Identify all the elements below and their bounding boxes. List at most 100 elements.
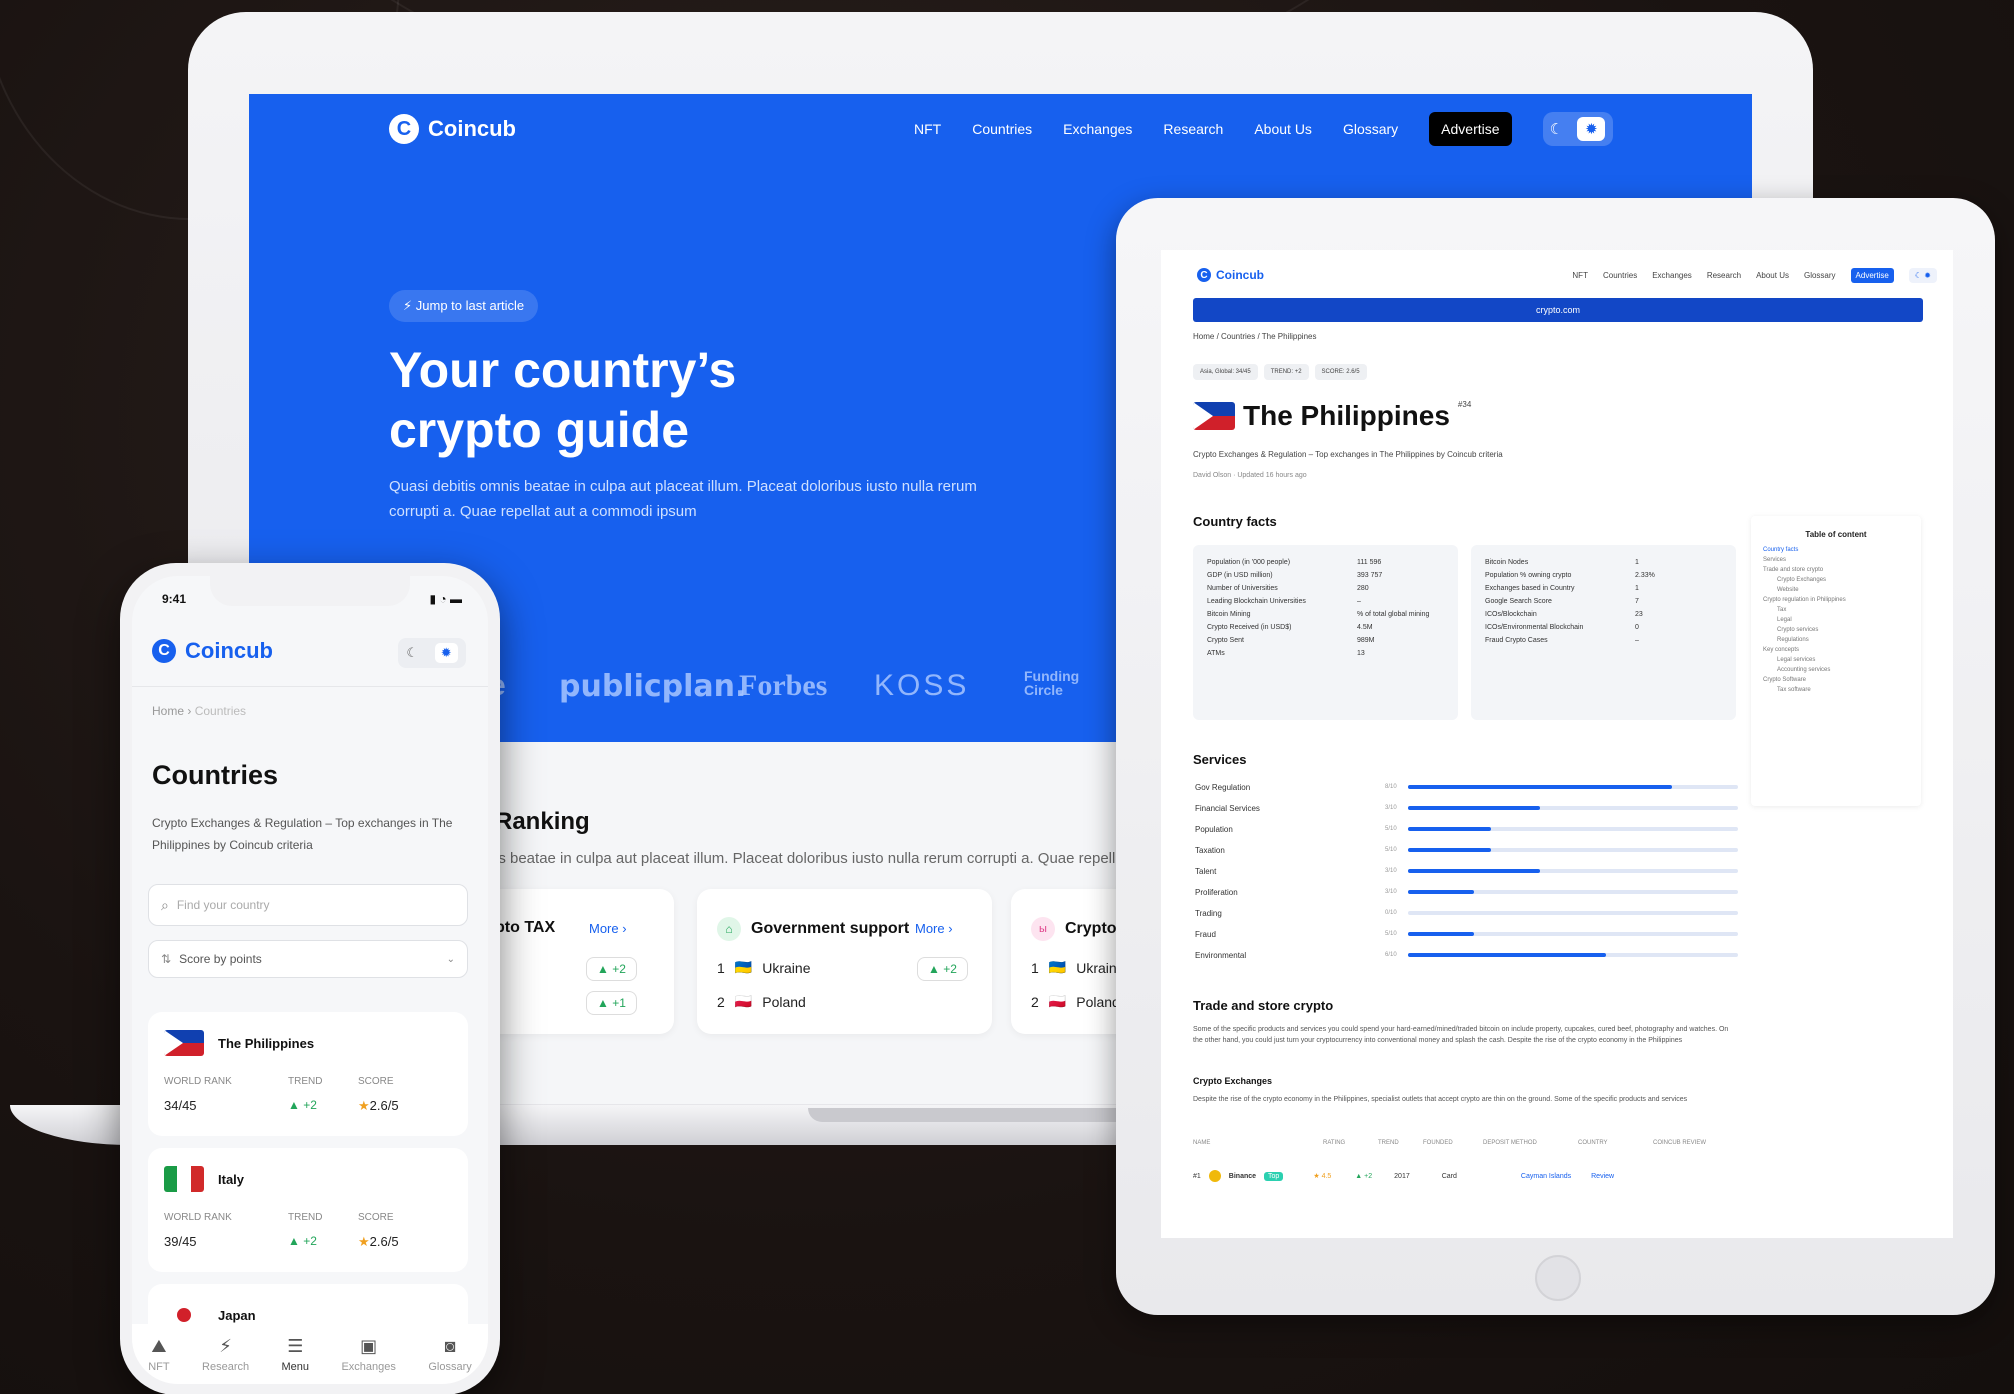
toc-item[interactable]: Country facts bbox=[1763, 547, 1909, 553]
toc-item[interactable]: Tax software bbox=[1763, 687, 1909, 693]
nav-exchanges[interactable]: Exchanges bbox=[1063, 121, 1132, 137]
tab-exchanges[interactable]: ▣ Exchanges bbox=[341, 1336, 395, 1373]
advertise-button[interactable]: Advertise bbox=[1429, 112, 1512, 146]
more-link[interactable]: More › bbox=[915, 921, 953, 936]
nav-about[interactable]: About Us bbox=[1254, 121, 1312, 137]
mockup-stage: C Coincub NFT Countries Exchanges Resear… bbox=[0, 0, 2014, 1394]
nav-research[interactable]: Research bbox=[1707, 271, 1741, 280]
tab-glossary[interactable]: ◙ Glossary bbox=[428, 1336, 471, 1373]
trend-label: TREND bbox=[288, 1076, 323, 1087]
service-score: 3/10 bbox=[1385, 868, 1397, 874]
toc-item[interactable]: Regulations bbox=[1763, 637, 1909, 643]
fact-value: 7 bbox=[1635, 598, 1639, 605]
brand-logo: Funding Circle bbox=[1024, 668, 1080, 698]
logo-text: Coincub bbox=[428, 116, 516, 141]
menu-icon: ☰ bbox=[287, 1335, 304, 1356]
fact-row: GDP (in USD million) 393 757 bbox=[1207, 572, 1444, 579]
fact-value: 1 bbox=[1635, 559, 1639, 566]
ranking-row[interactable]: 2 🇵🇱 Poland bbox=[1031, 993, 1120, 1010]
fact-label: Bitcoin Mining bbox=[1207, 611, 1251, 618]
subsection-title: Crypto Exchanges bbox=[1193, 1076, 1273, 1086]
country-link[interactable]: Cayman Islands bbox=[1521, 1173, 1571, 1180]
nav-glossary[interactable]: Glossary bbox=[1804, 271, 1836, 280]
card-title: Crypto bbox=[1065, 920, 1117, 937]
flag-poland-icon: 🇵🇱 bbox=[1048, 993, 1067, 1009]
advertise-button[interactable]: Advertise bbox=[1850, 267, 1894, 283]
nav-exchanges[interactable]: Exchanges bbox=[1652, 271, 1692, 280]
table-row[interactable]: #1 Binance Top ★ 4.5 ▲ +2 2017 Card Caym… bbox=[1193, 1170, 1753, 1182]
service-name: Trading bbox=[1195, 908, 1222, 918]
nav-nft[interactable]: NFT bbox=[914, 121, 941, 137]
nav-countries[interactable]: Countries bbox=[1603, 271, 1637, 280]
table-header-cell: COUNTRY bbox=[1578, 1140, 1608, 1146]
more-link[interactable]: More › bbox=[589, 921, 627, 936]
trend-label: TREND bbox=[288, 1212, 323, 1223]
exchanges-text: Despite the rise of the crypto economy i… bbox=[1193, 1096, 1688, 1103]
toc-item[interactable]: Crypto Exchanges bbox=[1763, 577, 1909, 583]
flag-poland-icon: 🇵🇱 bbox=[734, 993, 753, 1009]
toc-item[interactable]: Crypto regulation in Philippines bbox=[1763, 597, 1909, 603]
service-score: 5/10 bbox=[1385, 847, 1397, 853]
country-card[interactable]: The Philippines WORLD RANK TREND SCORE 3… bbox=[148, 1012, 468, 1136]
search-input[interactable]: ⌕ Find your country bbox=[148, 884, 468, 926]
flag-philippines-icon bbox=[1193, 402, 1235, 430]
breadcrumb-home[interactable]: Home bbox=[152, 704, 184, 718]
jump-chip[interactable]: ⚡ Jump to last article bbox=[389, 290, 539, 322]
tablet-home-button[interactable] bbox=[1535, 1255, 1581, 1301]
tablet-logo[interactable]: C Coincub bbox=[1197, 268, 1264, 282]
country-header: The Philippines #34 bbox=[1193, 400, 1471, 432]
theme-toggle[interactable]: ☾ ✹ bbox=[398, 638, 466, 668]
nav-about[interactable]: About Us bbox=[1756, 271, 1789, 280]
search-icon: ⌕ bbox=[161, 896, 169, 913]
nav-nft[interactable]: NFT bbox=[1572, 271, 1588, 280]
fact-label: Leading Blockchain Universities bbox=[1207, 598, 1306, 605]
exchange-icon: ▣ bbox=[360, 1335, 378, 1356]
theme-toggle[interactable]: ☾ ✹ bbox=[1542, 112, 1613, 146]
phone-logo[interactable]: C Coincub bbox=[152, 638, 273, 664]
tab-nft[interactable]: ⛰ NFT bbox=[148, 1336, 169, 1373]
status-icons: ▮ ◔ ▬ bbox=[429, 592, 462, 606]
sort-select[interactable]: ⇅ Score by points ⌄ bbox=[148, 940, 468, 978]
coincub-logo-icon: C bbox=[1197, 268, 1211, 282]
logo[interactable]: C Coincub bbox=[389, 114, 516, 144]
ranking-row[interactable]: 2 🇵🇱 Poland bbox=[717, 993, 806, 1010]
ranking-row[interactable]: 1 🇺🇦 Ukrain bbox=[1031, 959, 1117, 976]
theme-toggle[interactable]: ☾ ✹ bbox=[1908, 267, 1937, 283]
country-name: Italy bbox=[218, 1171, 245, 1187]
service-row: Environmental 6/10 bbox=[1195, 948, 1765, 962]
fact-label: Number of Universities bbox=[1207, 585, 1278, 592]
fact-label: Exchanges based in Country bbox=[1485, 585, 1575, 592]
service-name: Gov Regulation bbox=[1195, 782, 1251, 792]
toc-item[interactable]: Accounting services bbox=[1763, 667, 1909, 673]
review-link[interactable]: Review bbox=[1591, 1173, 1614, 1180]
ad-banner[interactable]: crypto.com bbox=[1193, 298, 1923, 322]
toc-item[interactable]: Services bbox=[1763, 557, 1909, 563]
toc-item[interactable]: Legal bbox=[1763, 617, 1909, 623]
table-header-cell: FOUNDED bbox=[1423, 1140, 1453, 1146]
fact-label: ICOs/Environmental Blockchain bbox=[1485, 624, 1584, 631]
toc-item[interactable]: Crypto Software bbox=[1763, 677, 1909, 683]
service-score: 0/10 bbox=[1385, 910, 1397, 916]
tab-menu[interactable]: ☰ Menu bbox=[282, 1336, 310, 1373]
toc-item[interactable]: Key concepts bbox=[1763, 647, 1909, 653]
toc-item[interactable]: Legal services bbox=[1763, 657, 1909, 663]
toc-item[interactable]: Crypto services bbox=[1763, 627, 1909, 633]
service-score: 3/10 bbox=[1385, 889, 1397, 895]
section-title: Country facts bbox=[1193, 514, 1277, 529]
fact-row: ATMs 13 bbox=[1207, 650, 1444, 657]
ranking-row[interactable]: 1 🇺🇦 Ukraine bbox=[717, 959, 810, 976]
trend: ▲ +2 bbox=[1355, 1172, 1373, 1180]
tag: TREND: +2 bbox=[1263, 364, 1309, 380]
fact-row: Leading Blockchain Universities – bbox=[1207, 598, 1444, 605]
toc-item[interactable]: Tax bbox=[1763, 607, 1909, 613]
nav-glossary[interactable]: Glossary bbox=[1343, 121, 1398, 137]
nav-research[interactable]: Research bbox=[1163, 121, 1223, 137]
service-score: 3/10 bbox=[1385, 805, 1397, 811]
tab-research[interactable]: ⚡ Research bbox=[202, 1336, 249, 1373]
brand-logo: Forbes bbox=[739, 669, 828, 702]
toc-item[interactable]: Trade and store crypto bbox=[1763, 567, 1909, 573]
service-row: Gov Regulation 8/10 bbox=[1195, 780, 1765, 794]
nav-countries[interactable]: Countries bbox=[972, 121, 1032, 137]
country-card[interactable]: Italy WORLD RANK TREND SCORE 39/45 ▲ +2 … bbox=[148, 1148, 468, 1272]
toc-item[interactable]: Website bbox=[1763, 587, 1909, 593]
